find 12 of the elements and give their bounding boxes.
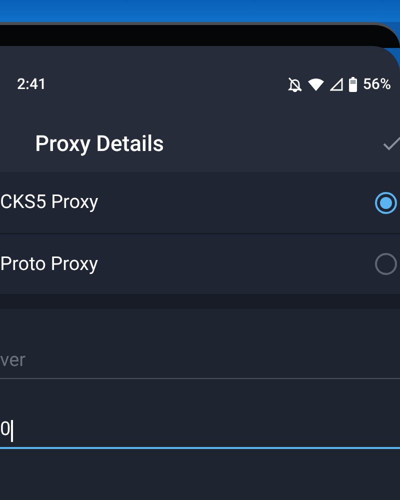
bell-off-icon xyxy=(288,76,302,92)
battery-icon xyxy=(348,76,357,92)
radio-button[interactable] xyxy=(375,192,397,214)
check-icon[interactable] xyxy=(383,137,400,151)
battery-percentage: 56% xyxy=(362,74,391,95)
proxy-type-option[interactable]: CKS5 Proxy xyxy=(0,172,400,233)
screen-title: Proxy Details xyxy=(35,130,164,158)
radio-button[interactable] xyxy=(375,253,397,275)
signal-icon xyxy=(330,78,343,90)
input-field[interactable]: 0 xyxy=(0,405,400,449)
wifi-icon xyxy=(308,78,324,90)
status-time: 2:41 xyxy=(17,74,47,95)
